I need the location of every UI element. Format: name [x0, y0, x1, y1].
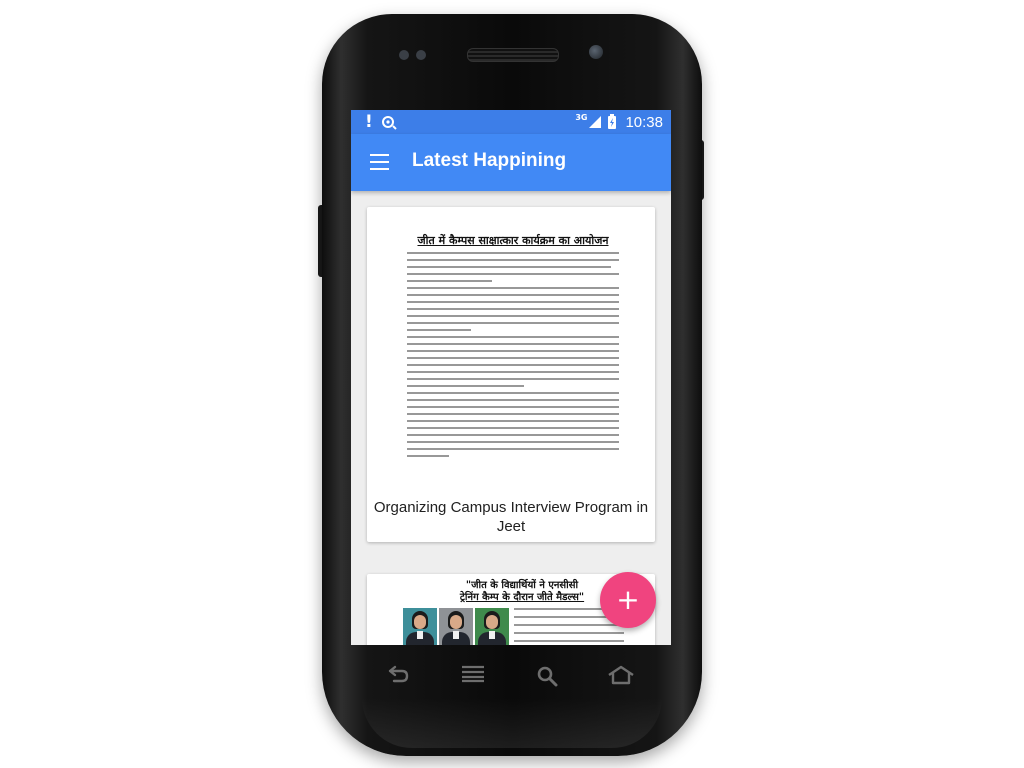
clipping-text-line: [407, 448, 619, 450]
clipping-text-line: [407, 364, 619, 366]
back-icon[interactable]: [378, 665, 418, 685]
clipping-text-line: [514, 632, 624, 634]
clipping-text-line: [407, 427, 619, 429]
clipping-text-line: [407, 420, 619, 422]
clipping-text-line: [407, 441, 619, 443]
clipping-text-line: [407, 301, 619, 303]
menu-lines-icon[interactable]: [453, 665, 493, 683]
clipping-text-line: [514, 608, 602, 610]
network-type: 3G: [575, 112, 588, 122]
proximity-sensor: [399, 50, 409, 60]
clipping-text-line: [407, 392, 619, 394]
clipping-text-line: [407, 371, 619, 373]
clipping-text-line: [407, 259, 619, 261]
newspaper-clipping: जीत में कैम्पस साक्षात्कार कार्यक्रम का …: [407, 233, 619, 462]
home-icon[interactable]: [601, 665, 641, 685]
app-bar: Latest Happining: [351, 134, 671, 191]
clipping-text-line: [514, 640, 624, 642]
clipping-text-line: [407, 406, 619, 408]
student-photo: [403, 608, 437, 645]
battery-icon: [608, 114, 617, 129]
clipping-text-line: [407, 434, 619, 436]
earpiece-speaker: [467, 48, 559, 62]
clipping-text-line: [407, 343, 619, 345]
clock: 10:38: [625, 113, 663, 131]
clipping-text-line: [407, 252, 619, 254]
clipping-text-line: [407, 308, 619, 310]
clipping-text-line: [407, 357, 619, 359]
clipping-body-text: [407, 252, 619, 457]
screen: ! 3G 10:38 Latest Happining जीत में कैम्…: [351, 110, 671, 645]
clipping-text-line: [407, 350, 619, 352]
phone-bottom-sheen: [362, 698, 662, 748]
clipping-text-line: [407, 266, 611, 268]
clipping-text-line: [407, 413, 619, 415]
clipping-text-line: [407, 273, 619, 275]
student-photo: [439, 608, 473, 645]
clipping-text-line: [407, 287, 619, 289]
clipping-text-line: [407, 280, 492, 282]
signal-icon: [589, 116, 602, 128]
clipping-headline-line2: ट्रेनिंग कैम्प के दौरान जीते मैडल्स": [459, 592, 585, 603]
menu-icon[interactable]: [370, 154, 389, 170]
clipping-text-line: [407, 315, 619, 317]
clipping-text-line: [514, 624, 624, 626]
add-button[interactable]: +: [600, 572, 656, 628]
search-icon[interactable]: [527, 665, 567, 687]
clipping-text-line: [407, 455, 450, 457]
clipping-text-line: [407, 329, 471, 331]
clipping-headline: जीत में कैम्पस साक्षात्कार कार्यक्रम का …: [417, 234, 609, 247]
clipping-text-line: [407, 399, 619, 401]
clipping-text-line: [407, 378, 619, 380]
status-bar: ! 3G 10:38: [351, 110, 671, 134]
light-sensor: [416, 50, 426, 60]
clipping-text-line: [407, 336, 619, 338]
clipping-headline: "जीत के विद्यार्थियों ने एनसीसी ट्रेनिंग…: [437, 580, 607, 604]
app-title: Latest Happining: [412, 150, 567, 171]
clipping-text-line: [407, 385, 524, 387]
student-photo: [475, 608, 509, 645]
clipping-text-line: [407, 294, 619, 296]
clipping-text-line: [407, 322, 619, 324]
clipping-headline-line1: "जीत के विद्यार्थियों ने एनसीसी: [465, 580, 579, 591]
front-camera: [589, 45, 603, 59]
sync-icon: [381, 116, 397, 130]
alert-icon: !: [365, 112, 373, 132]
news-title: Organizing Campus Interview Program in J…: [373, 499, 649, 535]
news-card[interactable]: जीत में कैम्पस साक्षात्कार कार्यक्रम का …: [367, 207, 655, 542]
